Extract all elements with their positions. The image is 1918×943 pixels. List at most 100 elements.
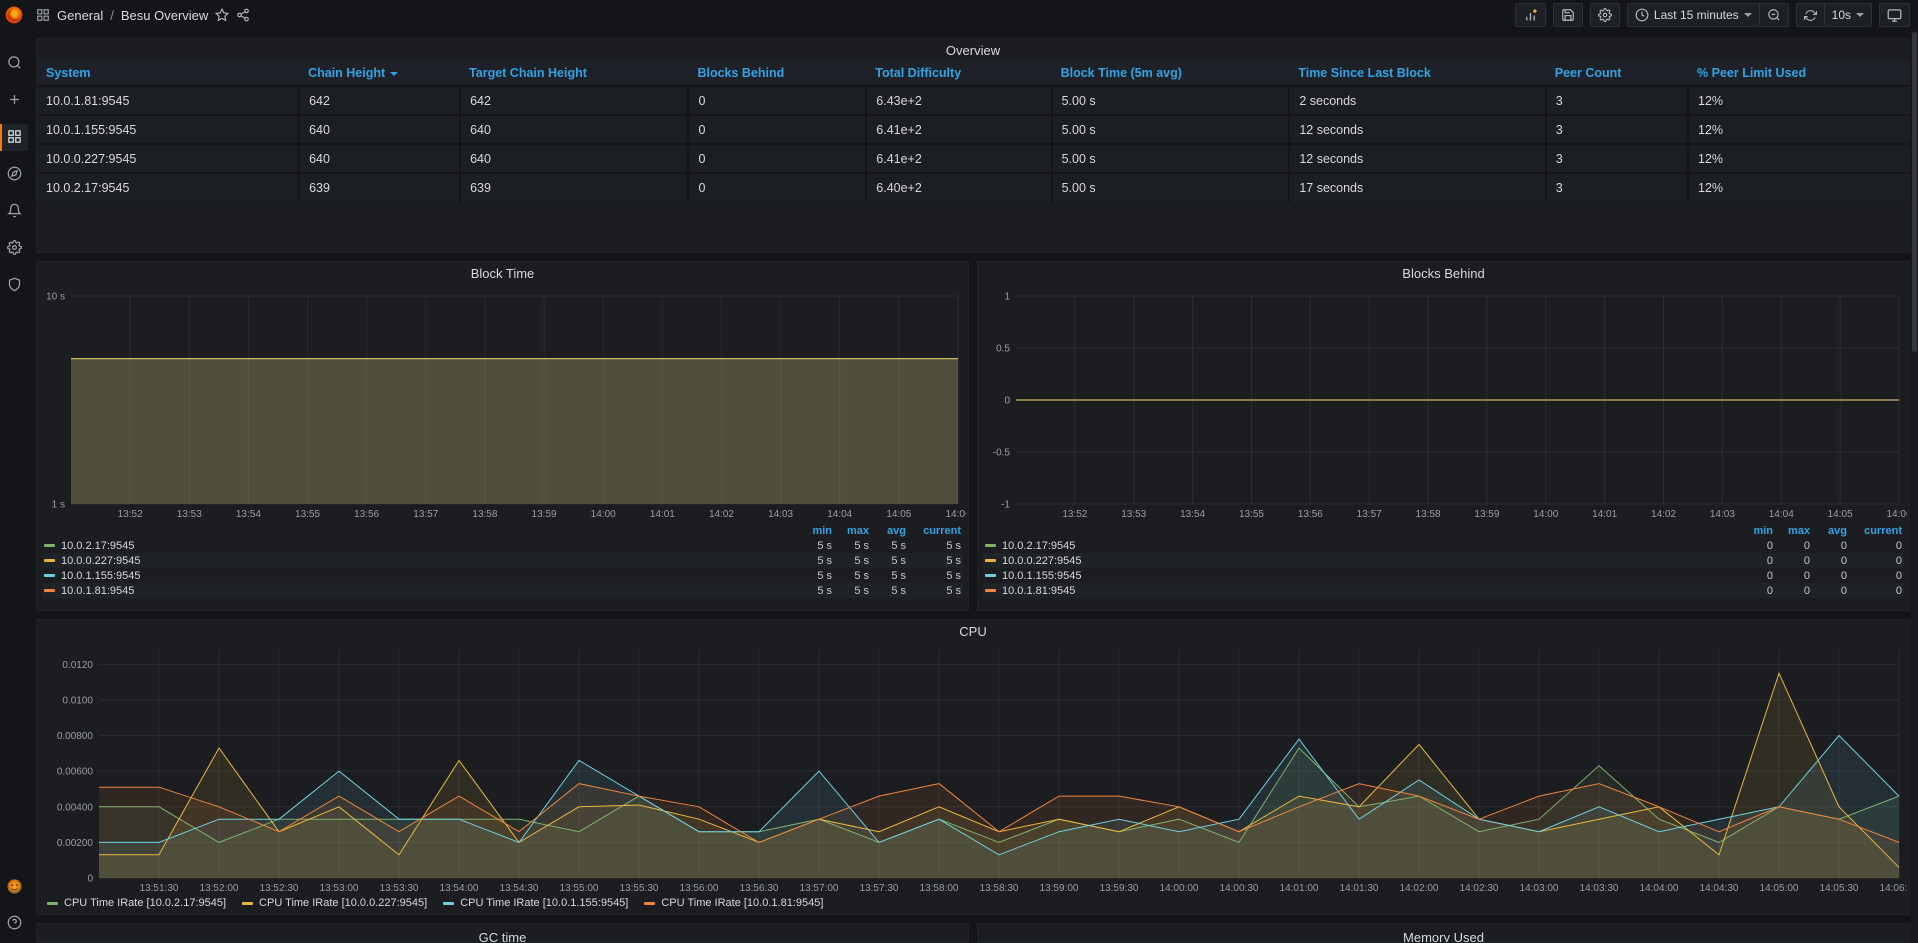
blocks-behind-chart[interactable]: -1-0.500.5113:5213:5313:5413:5513:5613:5… bbox=[982, 284, 1907, 520]
table-cell-system: 10.0.1.155:9545 bbox=[37, 115, 299, 144]
scrollbar[interactable] bbox=[1911, 30, 1918, 943]
block-time-chart[interactable]: 1 s10 s13:5213:5313:5413:5513:5613:5713:… bbox=[41, 284, 966, 520]
legend-series-name[interactable]: 10.0.2.17:9545 bbox=[985, 540, 1736, 552]
x-axis-tick-label: 13:59:30 bbox=[1100, 883, 1139, 894]
compass-icon bbox=[7, 166, 22, 184]
column-header-target_chain_height[interactable]: Target Chain Height bbox=[460, 61, 688, 86]
legend-max-value: 5 s bbox=[832, 585, 869, 597]
x-axis-tick-label: 14:02 bbox=[709, 509, 734, 520]
legend-series-name[interactable]: CPU Time IRate [10.0.1.81:9545] bbox=[644, 897, 823, 909]
refresh-button[interactable] bbox=[1796, 3, 1825, 27]
x-axis-tick-label: 14:04:00 bbox=[1640, 883, 1679, 894]
legend-series-name[interactable]: 10.0.2.17:9545 bbox=[44, 540, 795, 552]
panel-title-cpu[interactable]: CPU bbox=[37, 624, 1909, 639]
table-cell-target_chain_height: 642 bbox=[460, 86, 688, 115]
legend-series-name[interactable]: CPU Time IRate [10.0.0.227:9545] bbox=[242, 897, 427, 909]
panel-title-memory-used[interactable]: Memory Used bbox=[978, 930, 1909, 943]
sidebar-item-dashboards[interactable] bbox=[0, 124, 28, 151]
cycle-view-mode-button[interactable] bbox=[1879, 3, 1910, 27]
panel-title-blocks-behind[interactable]: Blocks Behind bbox=[978, 266, 1909, 281]
x-axis-tick-label: 13:52 bbox=[1062, 509, 1087, 520]
breadcrumb-folder[interactable]: General bbox=[57, 8, 103, 23]
legend-swatch bbox=[44, 559, 55, 562]
add-panel-button[interactable] bbox=[1515, 3, 1546, 27]
grafana-logo[interactable] bbox=[0, 0, 28, 30]
star-icon[interactable] bbox=[215, 8, 229, 22]
table-cell-peer_limit_used: 12% bbox=[1688, 115, 1909, 144]
x-axis-tick-label: 13:55 bbox=[295, 509, 320, 520]
legend-series-name[interactable]: CPU Time IRate [10.0.2.17:9545] bbox=[47, 897, 226, 909]
refresh-group: 10s bbox=[1796, 3, 1872, 27]
column-header-chain_height[interactable]: Chain Height bbox=[299, 61, 460, 86]
user-avatar[interactable] bbox=[0, 873, 28, 900]
scrollbar-thumb[interactable] bbox=[1912, 32, 1917, 352]
refresh-interval-button[interactable]: 10s bbox=[1825, 3, 1872, 27]
legend-header-max[interactable]: max bbox=[1773, 525, 1810, 537]
legend-header-current[interactable]: current bbox=[1847, 525, 1902, 537]
save-dashboard-button[interactable] bbox=[1553, 3, 1583, 27]
zoom-out-button[interactable] bbox=[1760, 3, 1789, 27]
legend-header-min[interactable]: min bbox=[1736, 525, 1773, 537]
legend-series-name[interactable]: 10.0.1.81:9545 bbox=[985, 585, 1736, 597]
legend-header-avg[interactable]: avg bbox=[1810, 525, 1847, 537]
panel-title-gc-time[interactable]: GC time bbox=[37, 930, 968, 943]
legend-current-value: 0 bbox=[1847, 570, 1902, 582]
x-axis-tick-label: 14:03 bbox=[768, 509, 793, 520]
table-row: 10.0.1.155:954564064006.41e+25.00 s12 se… bbox=[37, 115, 1909, 144]
x-axis-tick-label: 13:58:00 bbox=[920, 883, 959, 894]
legend-header-max[interactable]: max bbox=[832, 525, 869, 537]
legend-header-avg[interactable]: avg bbox=[869, 525, 906, 537]
sidebar-item-configuration[interactable] bbox=[0, 235, 28, 262]
x-axis-tick-label: 14:01 bbox=[650, 509, 675, 520]
x-axis-tick-label: 14:00 bbox=[591, 509, 616, 520]
legend-series-name[interactable]: 10.0.1.155:9545 bbox=[985, 570, 1736, 582]
table-cell-system: 10.0.1.81:9545 bbox=[37, 86, 299, 115]
panel-title-block-time[interactable]: Block Time bbox=[37, 266, 968, 281]
table-cell-total_difficulty: 6.43e+2 bbox=[866, 86, 1051, 115]
x-axis-tick-label: 13:57 bbox=[1357, 509, 1382, 520]
column-header-total_difficulty[interactable]: Total Difficulty bbox=[866, 61, 1051, 86]
share-icon[interactable] bbox=[236, 8, 250, 22]
x-axis-tick-label: 13:55 bbox=[1239, 509, 1264, 520]
column-header-time_since_last_block[interactable]: Time Since Last Block bbox=[1289, 61, 1545, 86]
x-axis-tick-label: 14:05:30 bbox=[1820, 883, 1859, 894]
time-range-button[interactable]: Last 15 minutes bbox=[1627, 3, 1760, 27]
help-button[interactable] bbox=[0, 910, 28, 937]
column-header-peer_count[interactable]: Peer Count bbox=[1546, 61, 1688, 86]
sidebar-item-alerting[interactable] bbox=[0, 198, 28, 225]
legend-series-name[interactable]: 10.0.0.227:9545 bbox=[44, 555, 795, 567]
x-axis-tick-label: 13:55:30 bbox=[620, 883, 659, 894]
search-icon bbox=[7, 55, 22, 73]
legend-row: 10.0.1.81:95450000 bbox=[983, 583, 1904, 598]
legend-series-name[interactable]: CPU Time IRate [10.0.1.155:9545] bbox=[443, 897, 628, 909]
clock-icon bbox=[1635, 8, 1649, 22]
column-header-system[interactable]: System bbox=[37, 61, 299, 86]
column-header-peer_limit_used[interactable]: % Peer Limit Used bbox=[1688, 61, 1909, 86]
sidebar-item-explore[interactable] bbox=[0, 161, 28, 188]
panel-title-overview[interactable]: Overview bbox=[37, 43, 1909, 58]
x-axis-tick-label: 13:51:30 bbox=[140, 883, 179, 894]
sidebar-item-server-admin[interactable] bbox=[0, 272, 28, 299]
cpu-chart[interactable]: 00.002000.004000.006000.008000.01000.012… bbox=[41, 642, 1907, 894]
dashboard-grid-icon bbox=[36, 8, 50, 22]
x-axis-tick-label: 14:06:00 bbox=[1880, 883, 1907, 894]
column-header-block_time[interactable]: Block Time (5m avg) bbox=[1052, 61, 1290, 86]
sidebar-item-create[interactable] bbox=[0, 87, 28, 114]
legend-series-name[interactable]: 10.0.1.81:9545 bbox=[44, 585, 795, 597]
breadcrumb-dashboard-title[interactable]: Besu Overview bbox=[121, 8, 208, 23]
blocks-behind-legend: minmaxavgcurrent10.0.2.17:9545000010.0.0… bbox=[983, 524, 1904, 598]
sidebar-item-search[interactable] bbox=[0, 50, 28, 77]
legend-swatch bbox=[47, 902, 58, 905]
x-axis-tick-label: 14:00:30 bbox=[1220, 883, 1259, 894]
column-header-blocks_behind[interactable]: Blocks Behind bbox=[688, 61, 866, 86]
legend-avg-value: 5 s bbox=[869, 540, 906, 552]
x-axis-tick-label: 14:02:00 bbox=[1400, 883, 1439, 894]
dashboard-settings-button[interactable] bbox=[1590, 3, 1620, 27]
legend-min-value: 0 bbox=[1736, 540, 1773, 552]
legend-header-min[interactable]: min bbox=[795, 525, 832, 537]
legend-series-name[interactable]: 10.0.1.155:9545 bbox=[44, 570, 795, 582]
x-axis-tick-label: 13:58 bbox=[1416, 509, 1441, 520]
x-axis-tick-label: 13:57 bbox=[413, 509, 438, 520]
legend-series-name[interactable]: 10.0.0.227:9545 bbox=[985, 555, 1736, 567]
legend-header-current[interactable]: current bbox=[906, 525, 961, 537]
